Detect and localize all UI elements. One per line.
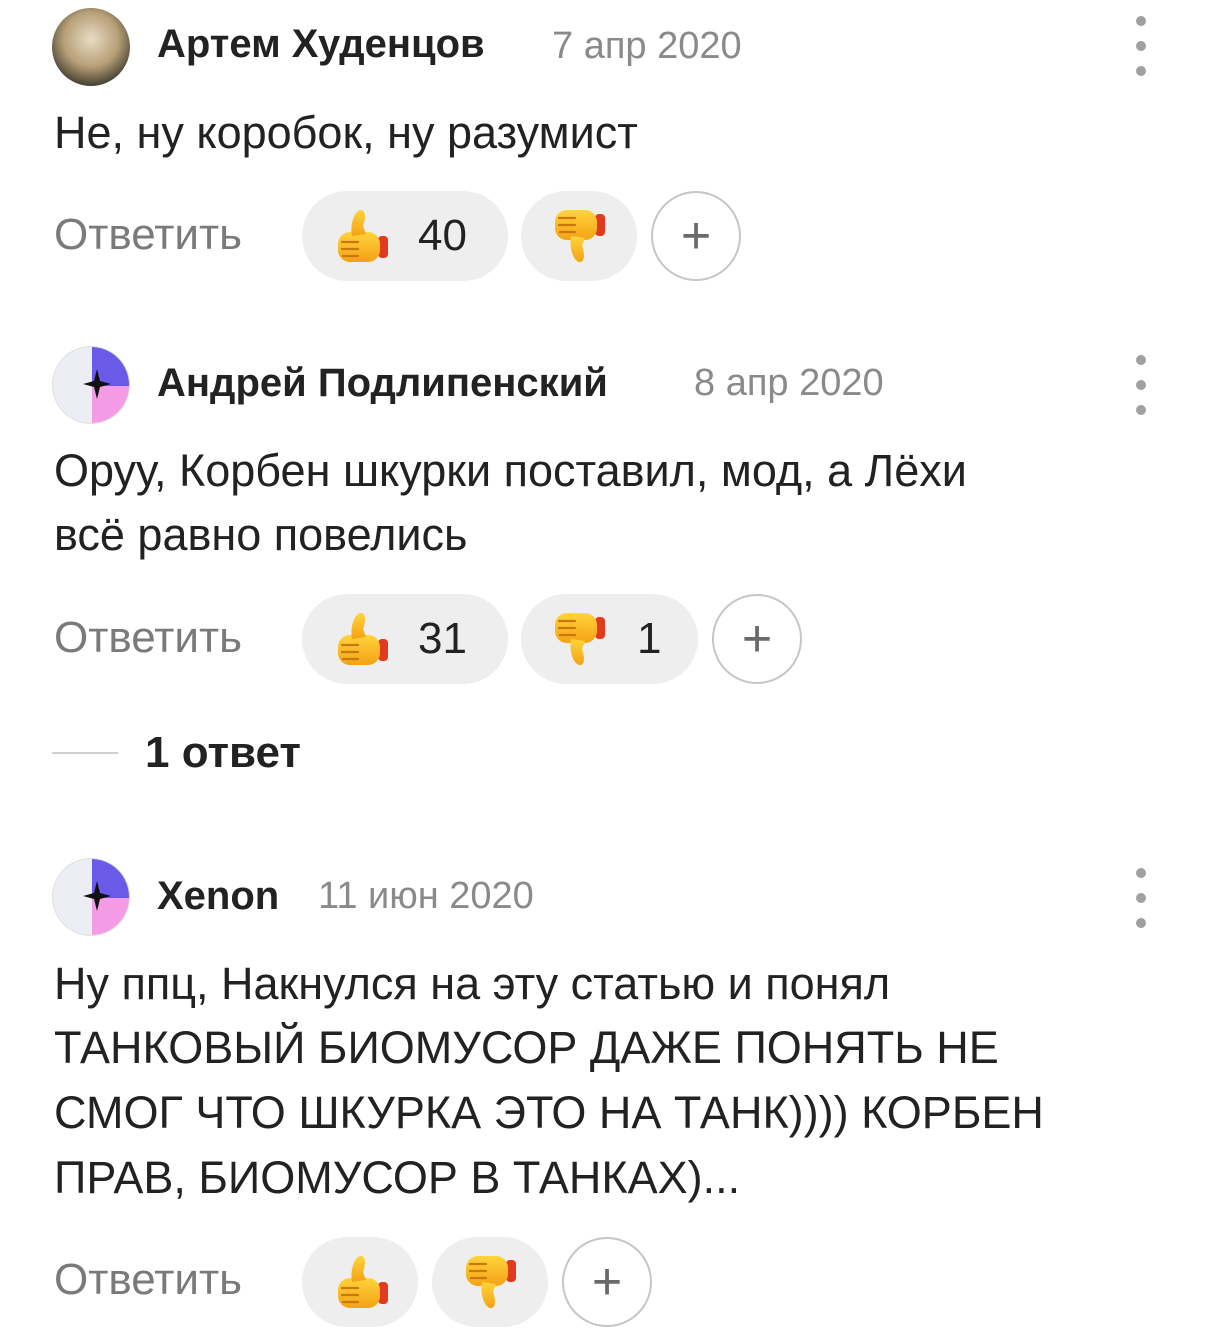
reply-button[interactable]: Ответить <box>54 1255 242 1305</box>
add-reaction-button[interactable]: + <box>651 191 741 281</box>
avatar[interactable] <box>52 858 130 936</box>
author-name[interactable]: Артем Худенцов <box>157 22 485 67</box>
thumbs-up-icon <box>336 1254 390 1310</box>
avatar[interactable] <box>52 8 130 86</box>
comment-text-line: Оруу, Корбен шкурки поставил, мод, а Лёх… <box>54 445 967 496</box>
like-button[interactable]: 40 <box>302 191 508 281</box>
like-count: 40 <box>418 211 467 260</box>
dislike-button[interactable] <box>432 1237 548 1327</box>
comment-date: 7 апр 2020 <box>552 25 742 67</box>
comment-text: Не, ну коробок, ну разумист <box>54 107 638 158</box>
add-reaction-button[interactable]: + <box>562 1237 652 1327</box>
comment-date: 11 июн 2020 <box>318 875 534 917</box>
author-name[interactable]: Андрей Подлипенский <box>157 361 608 406</box>
comment-text-line: Ну ппц, Накнулся на эту статью и понял <box>54 958 891 1009</box>
like-button[interactable]: 31 <box>302 594 508 684</box>
comment-text-line: СМОГ ЧТО ШКУРКА ЭТО НА ТАНК)))) КОРБЕН <box>54 1087 1044 1138</box>
comment-text-line: всё равно повелись <box>54 509 468 560</box>
like-button[interactable] <box>302 1237 418 1327</box>
plus-icon: + <box>741 610 773 668</box>
replies-divider <box>52 752 118 754</box>
thumbs-down-icon <box>464 1254 518 1310</box>
author-name[interactable]: Xenon <box>157 874 279 919</box>
default-avatar-icon <box>83 347 129 423</box>
thumbs-down-icon <box>553 208 607 264</box>
show-replies-button[interactable]: 1 ответ <box>145 728 301 778</box>
kebab-menu-icon[interactable] <box>1131 868 1151 928</box>
default-avatar-icon <box>83 859 129 935</box>
add-reaction-button[interactable]: + <box>712 594 802 684</box>
plus-icon: + <box>591 1253 623 1311</box>
dislike-button[interactable]: 1 <box>521 594 698 684</box>
comment-text-line: ПРАВ, БИОМУСОР В ТАНКАХ)... <box>54 1152 741 1203</box>
dislike-button[interactable] <box>521 191 637 281</box>
reply-button[interactable]: Ответить <box>54 613 242 663</box>
dislike-count: 1 <box>637 614 662 663</box>
comment-date: 8 апр 2020 <box>694 362 884 404</box>
avatar[interactable] <box>52 346 130 424</box>
like-count: 31 <box>418 614 467 663</box>
comment-text-line: ТАНКОВЫЙ БИОМУСОР ДАЖЕ ПОНЯТЬ НЕ <box>54 1022 999 1073</box>
kebab-menu-icon[interactable] <box>1131 16 1151 76</box>
thumbs-up-icon <box>336 611 390 667</box>
plus-icon: + <box>680 207 712 265</box>
thumbs-down-icon <box>553 611 607 667</box>
kebab-menu-icon[interactable] <box>1131 355 1151 415</box>
reply-button[interactable]: Ответить <box>54 210 242 260</box>
thumbs-up-icon <box>336 208 390 264</box>
